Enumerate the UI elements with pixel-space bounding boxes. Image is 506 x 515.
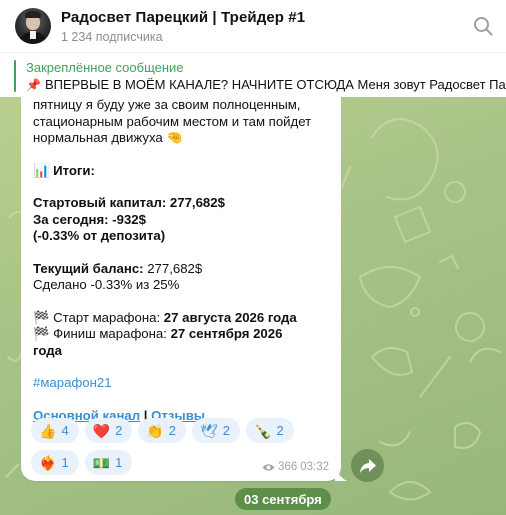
message-bubble: пятницу я буду уже за своим полноценным,… [21,97,341,481]
message-text: пятницу я буду уже за своим полноценным,… [33,97,329,424]
forward-button[interactable] [351,449,384,482]
reaction-heart[interactable]: ❤️ 2 [84,418,133,443]
chat-header: Радосвет Парецкий | Трейдер #1 1 234 под… [0,0,506,52]
pinching-hand-emoji: 🤏 [166,130,183,145]
pin-icon: 📌 [26,78,41,92]
today-result: За сегодня: -932$ [33,211,146,227]
search-icon [474,17,493,36]
message-line: нормальная движуха 🤏 [33,130,183,145]
reaction-clap[interactable]: 👏 2 [138,418,187,443]
reaction-thumbs-up[interactable]: 👍 4 [31,418,79,443]
channel-title: Радосвет Парецкий | Трейдер #1 [61,8,306,26]
date-separator: 03 сентября [235,488,331,510]
message-line: стационарным рабочим местом и там пойдет [33,113,312,129]
reaction-money[interactable]: 💵 1 [84,450,133,475]
share-arrow-icon [359,458,376,473]
reaction-dove[interactable]: 🕊 2 [192,418,241,443]
checkered-flag-icon: 🏁 [33,309,50,325]
search-button[interactable] [470,13,496,39]
pinned-text: 📌 ВПЕРВЫЕ В МОЁМ КАНАЛЕ? НАЧНИТЕ ОТСЮДА М… [26,77,506,92]
start-capital: Стартовый капитал: 277,682$ [33,195,225,210]
current-balance: Текущий баланс: 277,682$ [33,260,203,276]
marathon-start: 🏁 Старт марафона: 27 августа 2026 года [33,309,297,325]
pinned-label: Закреплённое сообщение [26,60,184,75]
message-time: 03:32 [300,461,329,473]
progress-done: Сделано -0.33% из 25% [33,277,180,292]
view-count: 366 [278,461,298,473]
marathon-finish-cont: года [33,342,62,358]
message-meta: 366 03:32 [262,461,329,473]
channel-info[interactable]: Радосвет Парецкий | Трейдер #1 1 234 под… [61,9,305,44]
views-eye-icon [262,463,275,471]
pinned-message[interactable]: Закреплённое сообщение 📌 ВПЕРВЫЕ В МОЁМ К… [0,52,506,97]
chart-icon: 📊 [33,162,50,178]
bubble-tail [335,467,347,481]
subscriber-count: 1 234 подписчика [61,29,163,44]
channel-avatar[interactable] [15,8,51,44]
checkered-flag-icon: 🏁 [33,326,50,341]
results-heading: 📊 Итоги: [33,162,95,178]
pinned-accent-bar [14,60,16,92]
message-line: пятницу я буду уже за своим полноценным, [33,97,301,112]
pinned-preview: ВПЕРВЫЕ В МОЁМ КАНАЛЕ? НАЧНИТЕ ОТСЮДА Ме… [44,77,506,92]
marathon-finish: 🏁 Финиш марафона: 27 сентября 2026 [33,326,283,341]
today-percent: (-0.33% от депозита) [33,228,166,243]
reaction-champagne[interactable]: 🍾 2 [246,418,294,443]
reaction-heart-on-fire[interactable]: ❤️‍🔥 1 [31,450,79,475]
hashtag-link[interactable]: #марафон21 [33,375,329,392]
